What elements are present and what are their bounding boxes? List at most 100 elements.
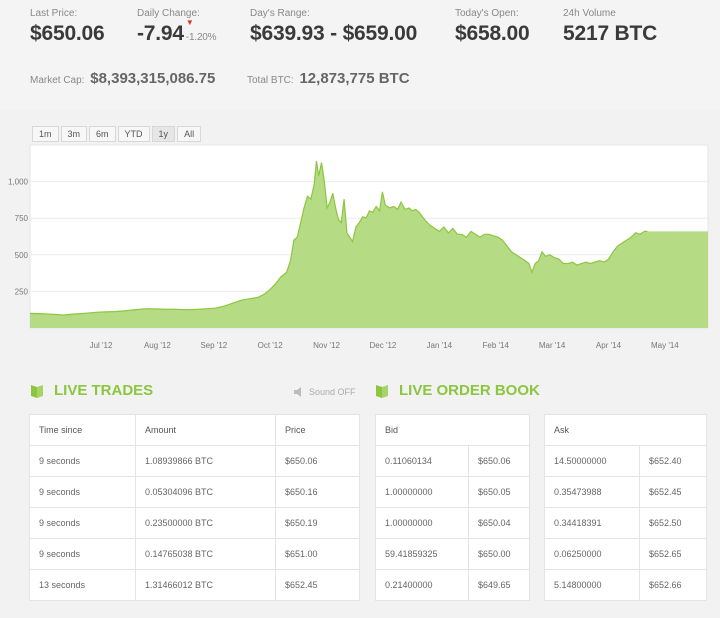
trade-time: 9 seconds [29, 445, 136, 477]
ask-amount: 5.14800000 [544, 569, 640, 601]
table-row: 0.34418391 $652.50 [544, 507, 707, 539]
live-trades-table: Time since Amount Price 9 seconds 1.0893… [29, 414, 360, 601]
bid-table: Bid 0.11060134 $650.06 1.00000000 $650.0… [375, 414, 530, 601]
daily-change-value: -7.94 ▼ -1.20% [137, 18, 217, 46]
table-row: 13 seconds 1.31466012 BTC $652.45 [29, 569, 360, 601]
sound-toggle-label: Sound OFF [309, 387, 356, 397]
bid-price: $650.00 [468, 538, 530, 570]
bid-amount: 0.11060134 [375, 445, 469, 477]
ask-price: $652.50 [639, 507, 707, 539]
total-btc-value: 12,873,775 BTC [299, 70, 410, 87]
ask-amount: 0.34418391 [544, 507, 640, 539]
volume-value: 5217 BTC [563, 22, 658, 45]
days-range-label: Day's Range: [250, 8, 310, 19]
x-tick-label: Jan '14 [427, 341, 453, 350]
live-trades-title: LIVE TRADES [30, 382, 153, 399]
stats-header: Last Price: $650.06 Daily Change: -7.94 ▼… [0, 0, 720, 110]
live-trades-heading: LIVE TRADES [54, 382, 154, 399]
trade-amount: 0.14765038 BTC [135, 538, 276, 570]
market-cap-label: Market Cap: [30, 75, 85, 86]
table-header-row: Time since Amount Price [29, 414, 360, 446]
trade-price: $650.16 [275, 476, 360, 508]
ask-price: $652.65 [639, 538, 707, 570]
market-cap: Market Cap: $8,393,315,086.75 [30, 70, 215, 87]
order-book-heading: LIVE ORDER BOOK [399, 382, 540, 399]
trade-price: $650.06 [275, 445, 360, 477]
x-tick-label: May '14 [651, 341, 679, 350]
table-row: 0.21400000 $649.65 [375, 569, 530, 601]
ask-amount: 0.06250000 [544, 538, 640, 570]
order-book-title: LIVE ORDER BOOK [375, 382, 540, 399]
x-tick-label: Aug '12 [144, 341, 171, 350]
todays-open-stat: Today's Open: $658.00 [455, 8, 530, 46]
ask-amount: 14.50000000 [544, 445, 640, 477]
table-header-row: Bid [375, 414, 530, 446]
ask-price: $652.66 [639, 569, 707, 601]
todays-open-label: Today's Open: [455, 8, 519, 19]
daily-change-percent: -1.20% [185, 32, 217, 43]
table-row: 0.06250000 $652.65 [544, 538, 707, 570]
trade-time: 9 seconds [29, 538, 136, 570]
price-chart[interactable]: 250 500 750 1,000 Jul '12 Aug '12 Sep '12 Oct '… [0, 120, 720, 360]
bid-price: $650.06 [468, 445, 530, 477]
bid-amount: 59.41859325 [375, 538, 469, 570]
table-row: 9 seconds 0.23500000 BTC $650.19 [29, 507, 360, 539]
table-row: 5.14800000 $652.66 [544, 569, 707, 601]
last-price-label: Last Price: [30, 8, 78, 19]
daily-change-amount: -7.94 [137, 22, 184, 45]
y-tick-label: 250 [15, 287, 29, 296]
table-row: 9 seconds 1.08939866 BTC $650.06 [29, 445, 360, 477]
table-row: 0.11060134 $650.06 [375, 445, 530, 477]
bid-amount: 0.21400000 [375, 569, 469, 601]
table-row: 0.35473988 $652.45 [544, 476, 707, 508]
x-tick-label: Apr '14 [596, 341, 622, 350]
last-price-value: $650.06 [30, 22, 105, 45]
book-icon [376, 384, 388, 398]
table-row: 9 seconds 0.05304096 BTC $650.16 [29, 476, 360, 508]
bid-price: $650.04 [468, 507, 530, 539]
trade-amount: 0.05304096 BTC [135, 476, 276, 508]
table-row: 9 seconds 0.14765038 BTC $651.00 [29, 538, 360, 570]
bid-price: $650.05 [468, 476, 530, 508]
trade-price: $651.00 [275, 538, 360, 570]
book-icon [31, 384, 43, 398]
market-cap-value: $8,393,315,086.75 [90, 70, 216, 87]
bid-price: $649.65 [468, 569, 530, 601]
price-chart-panel: 1m 3m 6m YTD 1y All 250 500 750 1,000 Jul '1… [0, 120, 720, 360]
last-price-stat: Last Price: $650.06 [30, 8, 105, 46]
x-tick-label: Dec '12 [370, 341, 397, 350]
total-btc: Total BTC: 12,873,775 BTC [247, 70, 410, 87]
volume-label: 24h Volume [563, 8, 616, 19]
y-tick-label: 750 [15, 214, 29, 223]
daily-change-stat: Daily Change: -7.94 ▼ -1.20% [137, 8, 217, 46]
column-header-time: Time since [29, 414, 136, 446]
days-range-value: $639.93 - $659.00 [250, 22, 418, 45]
y-tick-label: 1,000 [8, 178, 29, 187]
column-header-price: Price [275, 414, 360, 446]
ask-price: $652.40 [639, 445, 707, 477]
todays-open-value: $658.00 [455, 22, 530, 45]
sound-toggle[interactable]: Sound OFF [294, 387, 356, 397]
volume-stat: 24h Volume 5217 BTC [563, 8, 657, 46]
daily-change-label: Daily Change: [137, 8, 200, 19]
x-tick-label: Oct '12 [258, 341, 284, 350]
ask-price: $652.45 [639, 476, 707, 508]
total-btc-label: Total BTC: [247, 75, 294, 86]
trade-amount: 1.08939866 BTC [135, 445, 276, 477]
bid-header: Bid [375, 414, 530, 446]
table-row: 1.00000000 $650.05 [375, 476, 530, 508]
column-header-amount: Amount [135, 414, 276, 446]
trade-amount: 1.31466012 BTC [135, 569, 276, 601]
ask-header: Ask [544, 414, 707, 446]
table-row: 59.41859325 $650.00 [375, 538, 530, 570]
trade-price: $650.19 [275, 507, 360, 539]
trade-price: $652.45 [275, 569, 360, 601]
down-arrow-icon: ▼ [185, 18, 194, 27]
x-tick-label: Feb '14 [482, 341, 509, 350]
trade-amount: 0.23500000 BTC [135, 507, 276, 539]
x-tick-label: Mar '14 [539, 341, 566, 350]
ask-amount: 0.35473988 [544, 476, 640, 508]
table-row: 14.50000000 $652.40 [544, 445, 707, 477]
trade-time: 9 seconds [29, 476, 136, 508]
trade-time: 13 seconds [29, 569, 136, 601]
